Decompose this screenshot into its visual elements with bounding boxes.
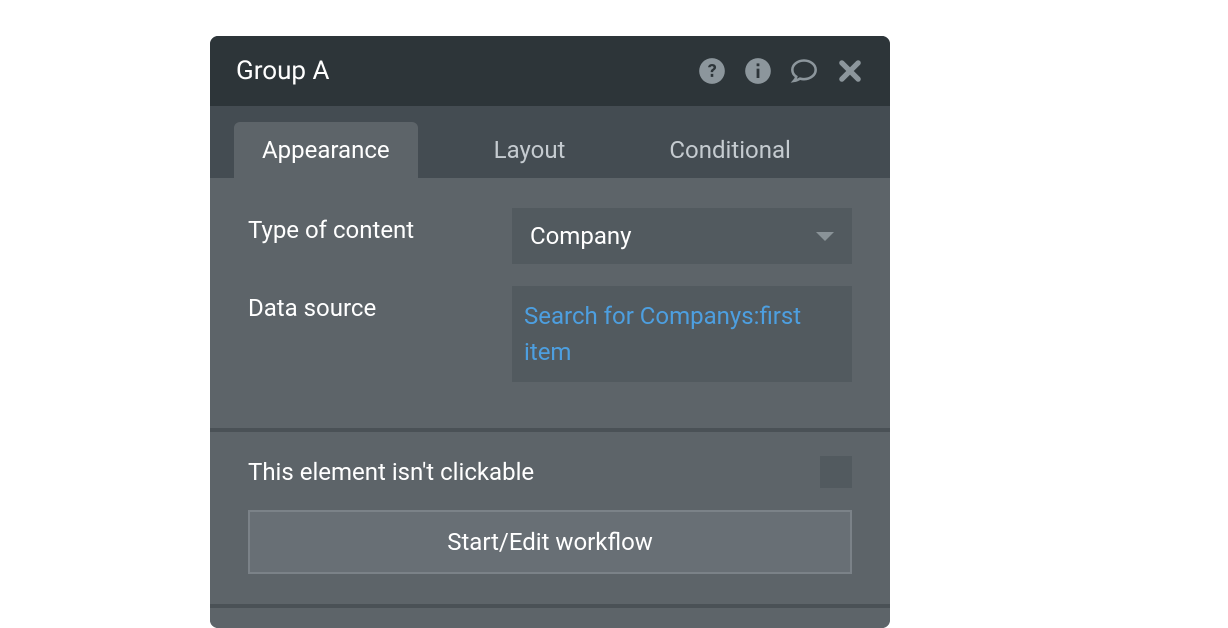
tabbar: Appearance Layout Conditional bbox=[210, 106, 890, 178]
type-of-content-value: Company bbox=[530, 222, 632, 250]
data-source-label: Data source bbox=[248, 286, 512, 322]
type-of-content-label: Type of content bbox=[248, 208, 512, 244]
comment-icon[interactable] bbox=[790, 57, 818, 85]
data-source-value: Search for Companys:first item bbox=[524, 298, 840, 370]
chevron-down-icon bbox=[816, 232, 834, 241]
panel-header: Group A bbox=[210, 36, 890, 106]
close-icon[interactable] bbox=[836, 57, 864, 85]
property-panel: Group A Appearance Layout Conditional Ty… bbox=[210, 36, 890, 628]
data-source-expression[interactable]: Search for Companys:first item bbox=[512, 286, 852, 382]
clickable-label: This element isn't clickable bbox=[248, 458, 534, 486]
tab-content: Type of content Company Data source Sear… bbox=[210, 178, 890, 428]
bottom-spacer bbox=[210, 608, 890, 628]
tab-conditional[interactable]: Conditional bbox=[641, 122, 818, 178]
type-of-content-row: Type of content Company bbox=[248, 208, 852, 264]
panel-title: Group A bbox=[236, 56, 329, 86]
clickable-checkbox[interactable] bbox=[820, 456, 852, 488]
help-icon[interactable] bbox=[698, 57, 726, 85]
header-icons bbox=[698, 57, 864, 85]
tab-layout[interactable]: Layout bbox=[466, 122, 594, 178]
info-icon[interactable] bbox=[744, 57, 772, 85]
tab-appearance[interactable]: Appearance bbox=[234, 122, 418, 178]
clickable-row: This element isn't clickable bbox=[248, 456, 852, 488]
type-of-content-dropdown[interactable]: Company bbox=[512, 208, 852, 264]
clickable-section: This element isn't clickable Start/Edit … bbox=[210, 432, 890, 604]
start-edit-workflow-button[interactable]: Start/Edit workflow bbox=[248, 510, 852, 574]
data-source-row: Data source Search for Companys:first it… bbox=[248, 286, 852, 382]
